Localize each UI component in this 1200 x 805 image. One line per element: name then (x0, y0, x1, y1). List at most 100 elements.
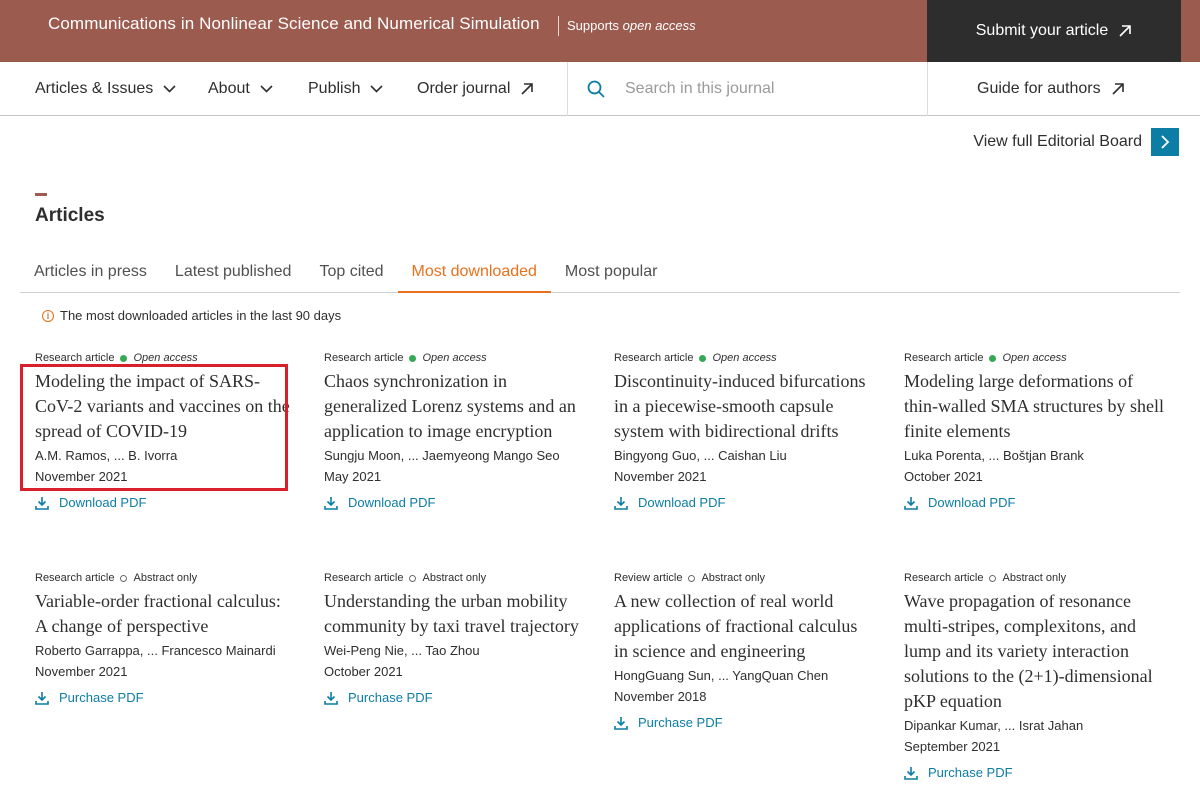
article-meta: Research article Open access (324, 351, 584, 365)
article-date: November 2021 (614, 469, 707, 484)
article-type: Research article (35, 352, 115, 364)
abstract-only-dot-icon (409, 574, 417, 582)
nav-about[interactable]: About (208, 62, 273, 116)
article-title-link[interactable]: A new collection of real world applicati… (614, 589, 874, 664)
article-title-link[interactable]: Variable-order fractional calculus: A ch… (35, 589, 295, 639)
article-type: Research article (324, 572, 404, 584)
arrow-up-right-icon (521, 83, 534, 95)
access-label: Open access (712, 352, 777, 364)
tab-articles-in-press[interactable]: Articles in press (20, 250, 161, 293)
nav-articles-issues-label: Articles & Issues (35, 80, 154, 97)
open-access-note: Supports open access (558, 16, 696, 36)
article-card: Research article Open access Chaos synch… (324, 351, 584, 510)
article-date: October 2021 (904, 469, 983, 484)
article-card: Research article Open access Discontinui… (614, 351, 874, 510)
article-date: November 2018 (614, 689, 707, 704)
info-text: The most downloaded articles in the last… (60, 308, 342, 323)
abstract-only-dot-icon (120, 574, 128, 582)
access-label: Abstract only (1002, 572, 1067, 584)
submit-article-label: Submit your article (975, 22, 1109, 39)
download-pdf-link[interactable]: Download PDF (614, 495, 874, 510)
article-title-link[interactable]: Wave propagation of resonance multi-stri… (904, 589, 1164, 714)
nav-publish-label: Publish (308, 80, 361, 97)
article-tabs: Articles in press Latest published Top c… (20, 250, 1180, 293)
arrow-up-right-icon (1119, 25, 1132, 37)
journal-search (587, 62, 905, 116)
article-title-link[interactable]: Discontinuity-induced bifurcations in a … (614, 369, 874, 444)
nav-divider (927, 62, 928, 116)
download-pdf-link[interactable]: Download PDF (35, 495, 295, 510)
journal-header-bar: Communications in Nonlinear Science and … (0, 0, 1200, 62)
guide-for-authors-label: Guide for authors (977, 80, 1101, 97)
article-meta: Research article Open access (614, 351, 874, 365)
article-title-link[interactable]: Understanding the urban mobility communi… (324, 589, 584, 639)
article-meta: Research article Open access (904, 351, 1164, 365)
download-pdf-label: Download PDF (59, 495, 147, 510)
article-meta: Research article Abstract only (324, 571, 584, 585)
purchase-pdf-link[interactable]: Purchase PDF (614, 715, 874, 730)
access-label: Abstract only (701, 572, 766, 584)
purchase-pdf-link[interactable]: Purchase PDF (904, 765, 1164, 780)
tab-most-popular[interactable]: Most popular (551, 250, 672, 293)
journal-title[interactable]: Communications in Nonlinear Science and … (48, 14, 540, 34)
highlight-box (20, 364, 288, 491)
nav-order-journal[interactable]: Order journal (417, 62, 534, 116)
article-type: Research article (614, 352, 694, 364)
purchase-pdf-label: Purchase PDF (348, 690, 433, 705)
tab-latest-published[interactable]: Latest published (161, 250, 306, 293)
access-label: Open access (133, 352, 198, 364)
purchase-pdf-label: Purchase PDF (638, 715, 723, 730)
arrow-up-right-icon (1112, 83, 1124, 95)
editorial-board-link[interactable]: View full Editorial Board (973, 128, 1179, 156)
download-icon (35, 691, 49, 705)
section-accent-bar (35, 193, 47, 196)
access-label: Abstract only (422, 572, 487, 584)
download-pdf-link[interactable]: Download PDF (904, 495, 1164, 510)
article-title-link[interactable]: Chaos synchronization in generalized Lor… (324, 369, 584, 444)
article-type: Research article (904, 352, 984, 364)
abstract-only-dot-icon (989, 574, 997, 582)
nav-divider (567, 62, 568, 116)
guide-for-authors-link[interactable]: Guide for authors (977, 62, 1125, 116)
article-authors: Sungju Moon, ... Jaemyeong Mango Seo (324, 448, 560, 463)
download-pdf-label: Download PDF (638, 495, 726, 510)
article-date: September 2021 (904, 739, 1001, 754)
nav-publish[interactable]: Publish (308, 62, 384, 116)
article-date: October 2021 (324, 664, 403, 679)
article-authors: Dipankar Kumar, ... Israt Jahan (904, 718, 1084, 733)
nav-articles-issues[interactable]: Articles & Issues (35, 62, 176, 116)
tab-top-cited[interactable]: Top cited (305, 250, 397, 293)
tab-most-downloaded[interactable]: Most downloaded (397, 250, 551, 293)
info-icon: i (42, 309, 54, 322)
article-date: November 2021 (35, 664, 128, 679)
open-access-label[interactable]: open access (623, 18, 696, 33)
download-icon (904, 496, 918, 510)
open-access-dot-icon (699, 354, 707, 362)
search-input[interactable] (625, 80, 905, 98)
download-pdf-link[interactable]: Download PDF (324, 495, 584, 510)
download-icon (35, 496, 49, 510)
download-icon (324, 691, 338, 705)
download-icon (614, 496, 628, 510)
article-authors: Luka Porenta, ... Boštjan Brank (904, 448, 1084, 463)
purchase-pdf-link[interactable]: Purchase PDF (324, 690, 584, 705)
article-title-link[interactable]: Modeling large deformations of thin-wall… (904, 369, 1164, 444)
submit-article-button[interactable]: Submit your article (927, 0, 1181, 62)
nav-about-label: About (208, 80, 250, 97)
open-access-dot-icon (989, 354, 997, 362)
article-card: Research article Open access Modeling la… (904, 351, 1164, 510)
article-authors: Bingyong Guo, ... Caishan Liu (614, 448, 787, 463)
purchase-pdf-link[interactable]: Purchase PDF (35, 690, 295, 705)
supports-prefix: Supports (567, 18, 623, 33)
search-icon[interactable] (587, 80, 605, 98)
purchase-pdf-label: Purchase PDF (59, 690, 144, 705)
access-label: Abstract only (133, 572, 198, 584)
purchase-pdf-label: Purchase PDF (928, 765, 1013, 780)
open-access-dot-icon (409, 354, 417, 362)
article-authors: Wei-Peng Nie, ... Tao Zhou (324, 643, 480, 658)
download-pdf-label: Download PDF (348, 495, 436, 510)
access-label: Open access (422, 352, 487, 364)
section-title: Articles (35, 205, 105, 226)
tab-info-note: i The most downloaded articles in the la… (42, 308, 341, 323)
abstract-only-dot-icon (688, 574, 696, 582)
